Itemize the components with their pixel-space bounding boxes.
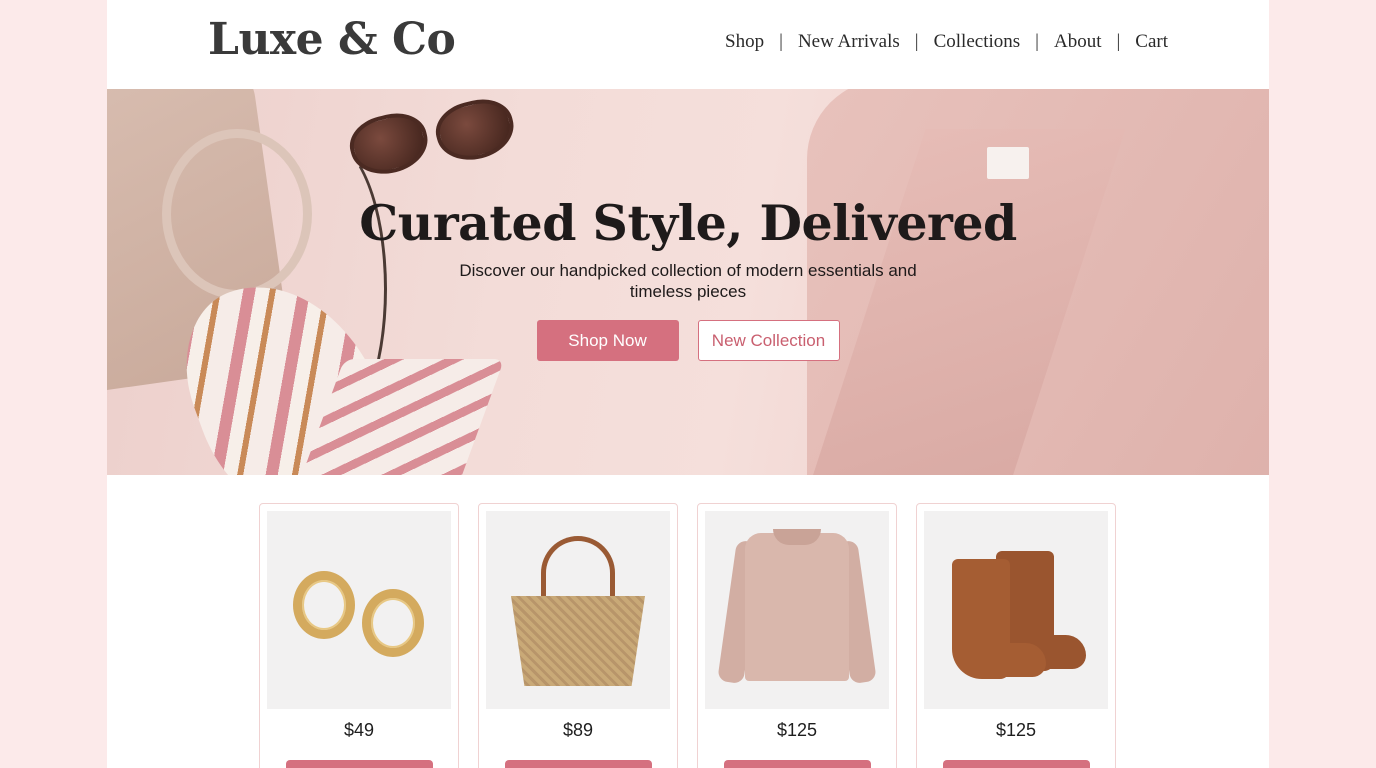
nav-item-cart[interactable]: Cart: [1135, 31, 1168, 53]
nav-item-collections[interactable]: Collections: [934, 31, 1021, 53]
page: Luxe & Co Shop | New Arrivals | Collecti…: [107, 0, 1269, 768]
earring-hoop: [293, 571, 355, 639]
hero-banner: Curated Style, Delivered Discover our ha…: [107, 89, 1269, 475]
hero-title: Curated Style, Delivered: [359, 194, 1017, 252]
sunglasses-image: [344, 92, 520, 182]
nav-separator: |: [914, 31, 919, 52]
product-card[interactable]: $125: [916, 503, 1116, 768]
clothing-tag: [987, 147, 1029, 179]
nav-item-shop[interactable]: Shop: [725, 31, 764, 53]
nav-separator: |: [779, 31, 783, 52]
sunglasses-lens: [344, 106, 434, 182]
site-header: Luxe & Co Shop | New Arrivals | Collecti…: [107, 0, 1269, 89]
add-to-cart-button[interactable]: [943, 760, 1090, 768]
brand-logo[interactable]: Luxe & Co: [208, 14, 456, 65]
product-card[interactable]: $89: [478, 503, 678, 768]
pink-sweater-icon[interactable]: [705, 511, 889, 709]
main-nav: Shop | New Arrivals | Collections | Abou…: [725, 31, 1168, 53]
add-to-cart-button[interactable]: [286, 760, 433, 768]
product-price: $125: [776, 720, 818, 740]
earring-hoop: [362, 589, 424, 657]
hero-content: Curated Style, Delivered Discover our ha…: [107, 194, 1269, 361]
shop-now-button[interactable]: Shop Now: [536, 320, 679, 361]
woven-tote-bag-icon[interactable]: [486, 511, 670, 709]
add-to-cart-button[interactable]: [505, 760, 652, 768]
nav-item-about[interactable]: About: [1054, 31, 1102, 53]
brown-chelsea-boots-icon[interactable]: [924, 511, 1108, 709]
tote-body: [511, 596, 645, 686]
product-price: $49: [343, 720, 375, 740]
sunglasses-lens: [430, 92, 520, 168]
product-price: $125: [995, 720, 1037, 740]
hero-subtitle: Discover our handpicked collection of mo…: [459, 261, 917, 301]
boot-front-toe: [984, 643, 1046, 677]
hero-buttons: Shop Now New Collection: [107, 320, 1269, 361]
new-collection-button[interactable]: New Collection: [697, 320, 840, 361]
product-card[interactable]: $49: [259, 503, 459, 768]
product-card[interactable]: $125: [697, 503, 897, 768]
nav-item-new-arrivals[interactable]: New Arrivals: [798, 31, 900, 53]
product-grid: $49 $89 $125 $125: [259, 503, 1116, 768]
add-to-cart-button[interactable]: [724, 760, 871, 768]
nav-separator: |: [1035, 31, 1039, 52]
nav-separator: |: [1116, 31, 1121, 52]
product-price: $89: [562, 720, 594, 740]
gold-hoop-earrings-icon[interactable]: [267, 511, 451, 709]
sweater-body: [745, 533, 849, 681]
